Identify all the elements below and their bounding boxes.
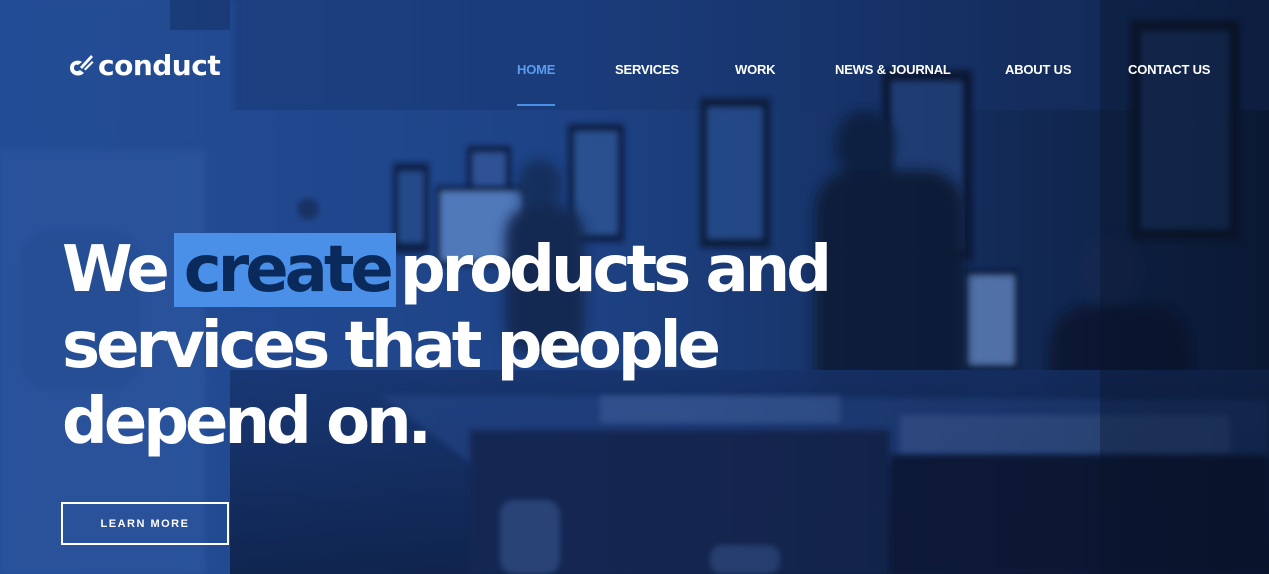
nav-item-news-journal[interactable]: NEWS & JOURNAL <box>835 60 951 80</box>
main-navigation: HOME SERVICES WORK NEWS & JOURNAL ABOUT … <box>0 60 1269 110</box>
nav-item-contact-us[interactable]: CONTACT US <box>1128 60 1210 80</box>
hero-headline: We create products and services that peopl… <box>62 232 942 460</box>
learn-more-button[interactable]: LEARN MORE <box>61 502 229 545</box>
headline-text-start: We <box>62 233 170 307</box>
headline-highlight: create <box>173 233 396 307</box>
hero-section: conduct HOME SERVICES WORK NEWS & JOURNA… <box>0 0 1269 574</box>
nav-item-services[interactable]: SERVICES <box>615 60 679 80</box>
nav-item-work[interactable]: WORK <box>735 60 776 80</box>
active-nav-indicator <box>517 104 555 106</box>
nav-item-home[interactable]: HOME <box>517 60 555 80</box>
nav-item-about-us[interactable]: ABOUT US <box>1005 60 1071 80</box>
